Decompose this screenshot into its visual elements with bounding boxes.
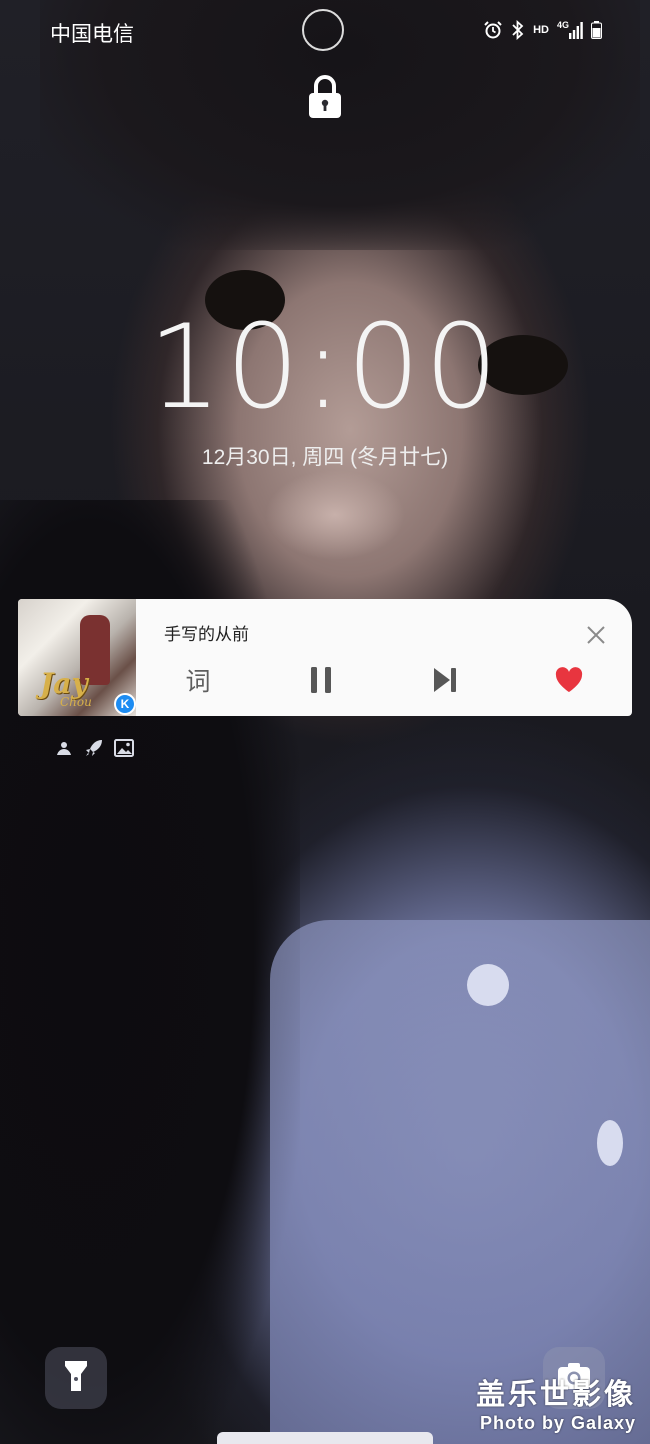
pause-button[interactable] xyxy=(306,661,336,699)
fingerprint-ring-icon xyxy=(302,9,344,51)
bluetooth-icon xyxy=(511,20,525,40)
favorite-heart-button[interactable] xyxy=(553,661,585,699)
image-icon xyxy=(114,738,134,758)
alarm-icon xyxy=(483,20,503,40)
album-cover[interactable]: Jay Chou K xyxy=(18,599,136,716)
signal-icon: 4G xyxy=(556,20,583,39)
lock-date: 12月30日, 周四 (冬月廿七) xyxy=(201,446,449,469)
status-icons: HD 4G xyxy=(483,20,602,40)
lock-icon[interactable] xyxy=(308,72,342,120)
lyrics-button[interactable]: 词 xyxy=(180,661,216,699)
battery-icon xyxy=(591,21,602,39)
watermark-subtitle: Photo by Galaxy xyxy=(479,1413,636,1433)
flashlight-button[interactable] xyxy=(45,1347,107,1409)
notification-icons xyxy=(54,738,134,758)
lock-clock: 10:00 xyxy=(147,300,503,435)
song-title: 手写的从前 xyxy=(164,625,249,644)
home-indicator[interactable] xyxy=(217,1432,433,1444)
hd-indicator: HD xyxy=(533,24,549,36)
app-icon xyxy=(54,738,74,758)
carrier-name: 中国电信 xyxy=(50,23,134,46)
album-cover-subtitle: Chou xyxy=(60,695,92,709)
status-bar: 中国电信 HD 4G xyxy=(0,0,650,64)
network-type: 4G xyxy=(556,20,569,30)
close-icon[interactable] xyxy=(583,622,609,648)
next-track-button[interactable] xyxy=(430,661,460,699)
watermark: 盖乐世影像 Photo by Galaxy xyxy=(476,1378,636,1434)
rocket-icon xyxy=(84,738,104,758)
watermark-title: 盖乐世影像 xyxy=(475,1379,636,1411)
flashlight-icon xyxy=(63,1359,89,1398)
music-widget[interactable]: Jay Chou K 手写的从前 词 xyxy=(18,599,632,716)
kugou-app-badge: K xyxy=(114,693,136,715)
wallpaper-photo xyxy=(0,0,650,1444)
